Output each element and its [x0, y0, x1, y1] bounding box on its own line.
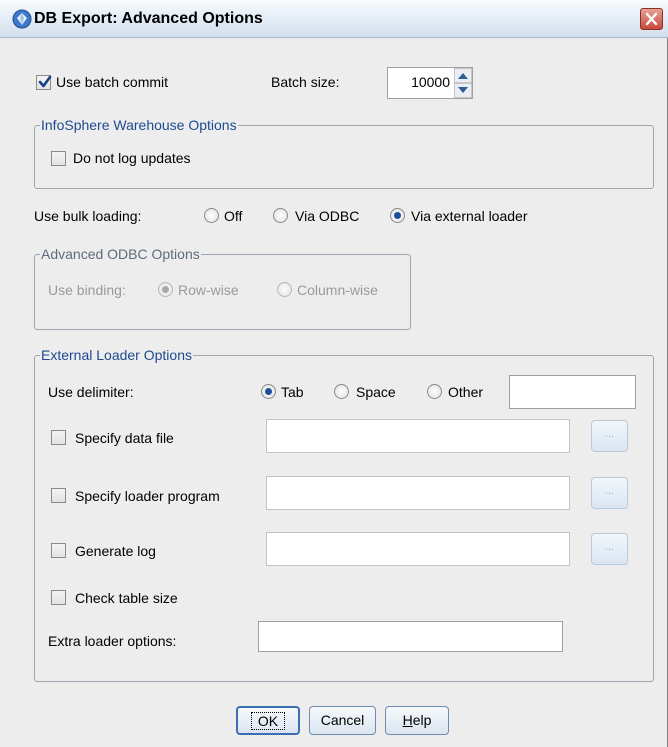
delimiter-space-label: Space	[356, 384, 396, 400]
use-batch-commit-checkbox[interactable]	[36, 75, 52, 90]
radio-selected-dot	[162, 286, 169, 293]
delimiter-tab-label: Tab	[281, 384, 304, 400]
bulk-off-label: Off	[224, 208, 243, 224]
batch-size-value: 10000	[411, 74, 450, 90]
batch-size-spinner[interactable]: 10000	[387, 67, 473, 99]
loader-program-browse-button[interactable]: ...	[591, 477, 628, 509]
data-file-input[interactable]	[266, 419, 570, 453]
advanced-odbc-group-title: Advanced ODBC Options	[40, 246, 201, 262]
delimiter-tab-radio[interactable]	[261, 384, 276, 399]
bulk-via-external-loader-label: Via external loader	[411, 208, 528, 224]
radio-selected-dot	[265, 388, 272, 395]
column-wise-radio[interactable]	[277, 282, 292, 297]
column-wise-label: Column-wise	[297, 282, 378, 298]
bulk-via-odbc-label: Via ODBC	[295, 208, 360, 224]
bulk-loading-label: Use bulk loading:	[34, 208, 142, 224]
help-button-mnemonic: H	[402, 712, 413, 728]
specify-loader-program-checkbox[interactable]	[51, 488, 66, 503]
spinner-arrows-icon[interactable]	[454, 68, 472, 98]
help-button[interactable]: Help	[385, 706, 449, 735]
specify-data-file-checkbox[interactable]	[51, 430, 66, 445]
ok-button-label: OK	[250, 712, 286, 730]
generate-log-checkbox[interactable]	[51, 543, 66, 558]
help-button-label: elp	[412, 712, 432, 728]
use-batch-commit-label: Use batch commit	[56, 74, 169, 90]
extra-loader-options-label: Extra loader options:	[48, 633, 177, 649]
radio-selected-dot	[394, 212, 401, 219]
title-bar[interactable]: DB Export: Advanced Options	[0, 0, 668, 38]
infosphere-group-title: InfoSphere Warehouse Options	[40, 117, 238, 133]
row-wise-radio[interactable]	[158, 282, 173, 297]
use-binding-label: Use binding:	[48, 282, 126, 298]
generate-log-label: Generate log	[75, 543, 156, 559]
bulk-off-radio[interactable]	[204, 208, 219, 223]
batch-size-label: Batch size:	[271, 74, 340, 90]
close-icon	[645, 12, 658, 26]
do-not-log-updates-checkbox[interactable]	[51, 151, 66, 166]
bulk-via-odbc-radio[interactable]	[273, 208, 288, 223]
row-wise-label: Row-wise	[178, 282, 239, 298]
specify-loader-program-label: Specify loader program	[75, 488, 220, 504]
loader-program-input[interactable]	[266, 476, 570, 510]
extra-loader-options-input[interactable]	[258, 621, 563, 652]
window-title: DB Export: Advanced Options	[34, 10, 263, 27]
data-file-browse-button[interactable]: ...	[591, 420, 628, 452]
specify-data-file-label: Specify data file	[75, 430, 174, 446]
external-loader-group-title: External Loader Options	[40, 347, 193, 363]
close-button[interactable]	[640, 8, 663, 30]
generate-log-browse-button[interactable]: ...	[591, 533, 628, 565]
delimiter-other-label: Other	[448, 384, 484, 400]
delimiter-space-radio[interactable]	[334, 384, 349, 399]
do-not-log-updates-label: Do not log updates	[73, 150, 191, 166]
checkmark-icon	[38, 75, 52, 88]
ok-button[interactable]: OK	[236, 706, 300, 735]
dialog-window: DB Export: Advanced Options Use batch co…	[0, 0, 668, 747]
generate-log-input[interactable]	[266, 532, 570, 566]
bulk-via-external-loader-radio[interactable]	[390, 208, 405, 223]
app-diamond-icon	[12, 9, 32, 29]
use-delimiter-label: Use delimiter:	[48, 384, 134, 400]
check-table-size-checkbox[interactable]	[51, 590, 66, 605]
cancel-button[interactable]: Cancel	[309, 706, 376, 735]
delimiter-other-input[interactable]	[509, 375, 636, 409]
delimiter-other-radio[interactable]	[427, 384, 442, 399]
check-table-size-label: Check table size	[75, 590, 178, 606]
